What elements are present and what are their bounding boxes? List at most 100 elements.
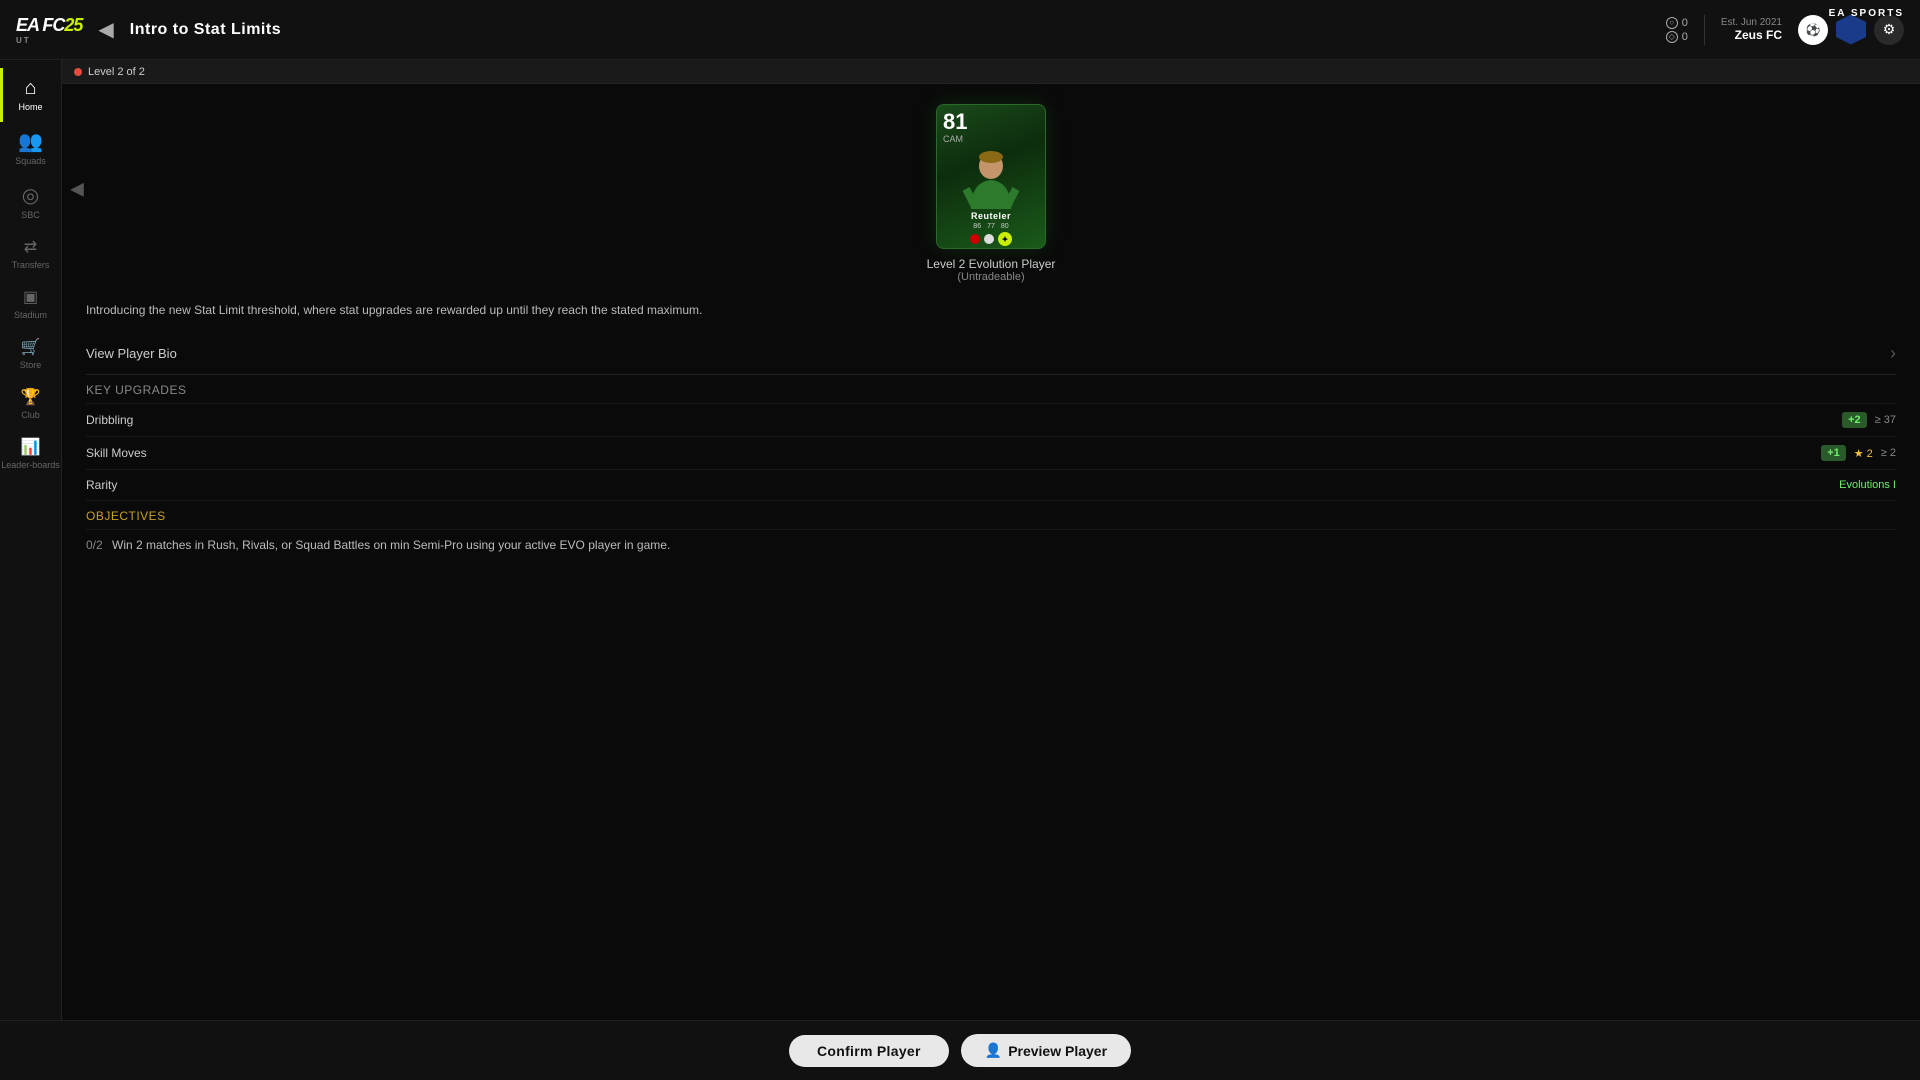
dribbling-badge: +2 — [1842, 412, 1867, 428]
points-row: ◇ 0 — [1666, 31, 1688, 43]
club-icons: ⚽ ⚙ — [1798, 15, 1904, 45]
card-evo-badge: ✦ — [998, 232, 1012, 246]
coins-icon: ○ — [1666, 17, 1678, 29]
squads-icon: 👥 — [18, 132, 43, 152]
player-card-label: Level 2 Evolution Player — [927, 257, 1056, 271]
content-area: Introducing the new Stat Limit threshold… — [62, 293, 1920, 1080]
points-value: 0 — [1682, 31, 1688, 43]
sidebar-item-transfers[interactable]: ⇄ Transfers — [0, 230, 61, 280]
preview-player-label: Preview Player — [1008, 1043, 1107, 1059]
ea-sports-logo: EA SPORTS — [1829, 8, 1904, 19]
upgrade-row-rarity: Rarity Evolutions I — [86, 470, 1896, 501]
confirm-player-button[interactable]: Confirm Player — [789, 1035, 949, 1067]
club-name: Zeus FC — [1721, 28, 1782, 42]
sidebar-item-squads[interactable]: 👥 Squads — [0, 122, 61, 176]
bio-arrow-icon: › — [1890, 343, 1896, 364]
sidebar-item-store[interactable]: 🛒 Store — [0, 330, 61, 380]
player-card: 81 CAM Reuteler 86 77 80 — [936, 104, 1046, 249]
ut-label: UT — [16, 36, 82, 45]
dribbling-stat: ≥ 37 — [1875, 414, 1896, 426]
ut-badge — [1836, 15, 1866, 45]
player-card-area: ◀ 81 CAM Reuteler 86 77 — [62, 84, 1920, 293]
card-flag-red — [970, 234, 980, 244]
coins-row: ○ 0 — [1666, 17, 1688, 29]
card-stat-3: 80 — [1001, 223, 1009, 230]
card-position: CAM — [943, 134, 963, 144]
page-title: Intro to Stat Limits — [130, 21, 281, 39]
card-flags: ✦ — [970, 232, 1012, 246]
settings-icon-header[interactable]: ⚙ — [1874, 15, 1904, 45]
sidebar-item-leaderboards[interactable]: 📊 Leader-boards — [0, 430, 61, 480]
sidebar-label-home: Home — [18, 102, 42, 112]
coins-value: 0 — [1682, 17, 1688, 29]
level-bar: Level 2 of 2 — [62, 60, 1920, 84]
fc25-logo: EA FC25 UT — [16, 15, 82, 45]
card-stats-row: 86 77 80 — [973, 223, 1008, 230]
top-bar: EA FC25 UT ◀ Intro to Stat Limits ○ 0 ◇ … — [0, 0, 1920, 60]
prev-arrow[interactable]: ◀ — [70, 178, 84, 199]
level-dot — [74, 68, 82, 76]
top-bar-left: EA FC25 UT ◀ Intro to Stat Limits — [16, 15, 281, 45]
card-stat-2: 77 — [987, 223, 995, 230]
card-player-image — [951, 144, 1031, 209]
sidebar-item-sbc[interactable]: ◎ SBC — [0, 176, 61, 230]
objectives-header: Objectives — [86, 501, 1896, 530]
bio-label: View Player Bio — [86, 346, 177, 361]
logo-text: EA FC — [16, 15, 64, 35]
sidebar-label-store: Store — [20, 360, 42, 370]
stadium-icon: ▣ — [23, 290, 38, 306]
points-icon: ◇ — [1666, 31, 1678, 43]
objective-row-0: 0/2 Win 2 matches in Rush, Rivals, or Sq… — [86, 530, 1896, 560]
bottom-bar: Confirm Player 👤 Preview Player — [0, 1020, 1920, 1080]
divider-1 — [1704, 15, 1705, 45]
back-button[interactable]: ◀ — [98, 17, 113, 42]
skillmoves-badge: +1 — [1821, 445, 1846, 461]
upgrade-name-dribbling: Dribbling — [86, 413, 133, 427]
preview-player-button[interactable]: 👤 Preview Player — [961, 1034, 1131, 1067]
skillmoves-stat: ≥ 2 — [1881, 447, 1896, 459]
upgrade-name-rarity: Rarity — [86, 478, 117, 492]
preview-icon: 👤 — [985, 1042, 1002, 1059]
sidebar: ⌂ Home 👥 Squads ◎ SBC ⇄ Transfers ▣ Stad… — [0, 60, 62, 1080]
level-indicator: Level 2 of 2 — [88, 66, 145, 78]
card-flag-white — [984, 234, 994, 244]
upgrade-row-dribbling: Dribbling +2 ≥ 37 — [86, 404, 1896, 437]
upgrade-value-dribbling: +2 ≥ 37 — [1842, 412, 1896, 428]
card-player-name: Reuteler — [971, 211, 1011, 221]
skillmoves-stars: ★ 2 — [1854, 447, 1873, 460]
sidebar-label-squads: Squads — [15, 156, 46, 166]
upgrade-name-skillmoves: Skill Moves — [86, 446, 147, 460]
club-icon: 🏆 — [21, 390, 41, 406]
sbc-icon: ◎ — [22, 186, 39, 206]
rarity-value: Evolutions I — [1839, 479, 1896, 491]
objective-text-0: Win 2 matches in Rush, Rivals, or Squad … — [112, 538, 670, 552]
upgrade-value-rarity: Evolutions I — [1839, 479, 1896, 491]
upgrade-value-skillmoves: +1 ★ 2 ≥ 2 — [1821, 445, 1896, 461]
main-content: ◀ 81 CAM Reuteler 86 77 — [62, 84, 1920, 1080]
player-card-sublabel: (Untradeable) — [957, 271, 1024, 283]
top-bar-right: ○ 0 ◇ 0 Est. Jun 2021 Zeus FC ⚽ ⚙ — [1666, 15, 1904, 45]
store-icon: 🛒 — [21, 340, 41, 356]
sidebar-label-transfers: Transfers — [12, 260, 50, 270]
card-stat-1: 86 — [973, 223, 981, 230]
real-madrid-badge: ⚽ — [1798, 15, 1828, 45]
sidebar-item-home[interactable]: ⌂ Home — [0, 68, 61, 122]
sidebar-item-club[interactable]: 🏆 Club — [0, 380, 61, 430]
est-label: Est. Jun 2021 — [1721, 17, 1782, 28]
leaderboards-icon: 📊 — [21, 440, 41, 456]
player-silhouette-svg — [956, 144, 1026, 209]
sidebar-label-club: Club — [21, 410, 40, 420]
objective-progress-0: 0/2 — [86, 538, 103, 552]
home-icon: ⌂ — [24, 78, 36, 98]
sidebar-item-stadium[interactable]: ▣ Stadium — [0, 280, 61, 330]
key-upgrades-header: Key Upgrades — [86, 375, 1896, 404]
sidebar-label-leaderboards: Leader-boards — [1, 460, 60, 470]
card-rating: 81 — [943, 111, 967, 133]
transfers-icon: ⇄ — [24, 240, 37, 256]
sidebar-label-stadium: Stadium — [14, 310, 47, 320]
header-stats: ○ 0 ◇ 0 — [1666, 17, 1688, 43]
club-info: Est. Jun 2021 Zeus FC — [1721, 17, 1782, 42]
sidebar-label-sbc: SBC — [21, 210, 40, 220]
view-player-bio-row[interactable]: View Player Bio › — [86, 333, 1896, 375]
intro-text: Introducing the new Stat Limit threshold… — [86, 303, 986, 317]
